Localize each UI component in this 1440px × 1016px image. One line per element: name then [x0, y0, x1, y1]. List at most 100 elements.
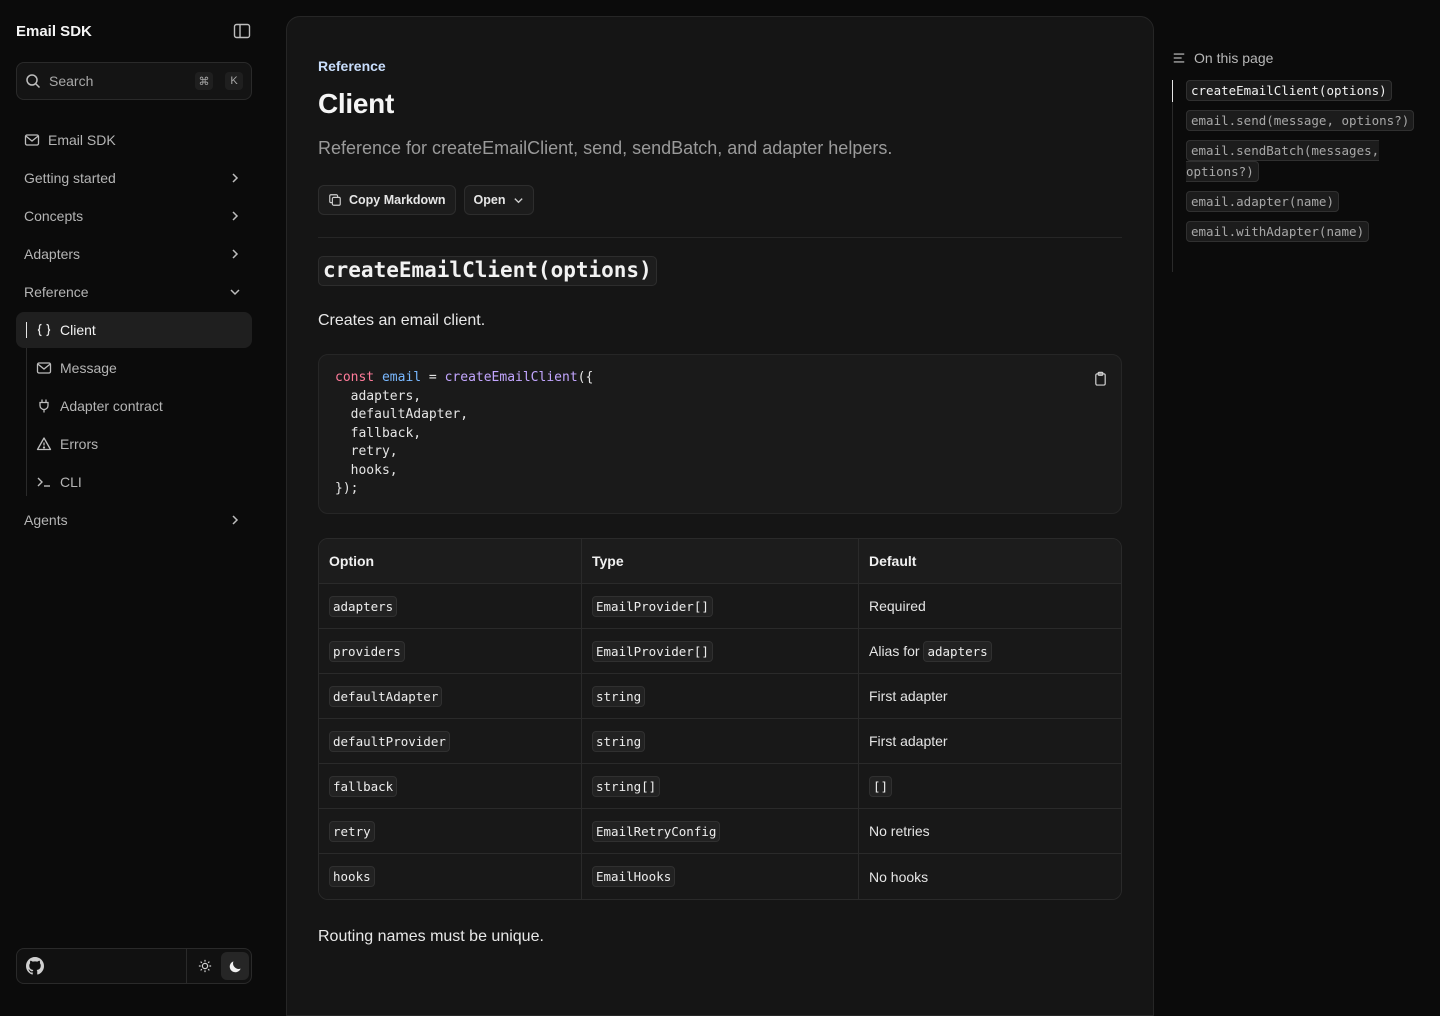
toc-link-label: createEmailClient(options): [1186, 80, 1392, 101]
toc-list: createEmailClient(options) email.send(me…: [1172, 80, 1432, 272]
table-header-row: Option Type Default: [319, 539, 1121, 584]
sidebar-item-label: Adapters: [24, 246, 81, 262]
sidebar-item-label: Adapter contract: [60, 398, 163, 414]
code-variable: email: [381, 370, 422, 385]
default-cell: Alias for adapters: [858, 629, 1121, 674]
option-type: EmailHooks: [592, 866, 676, 887]
toc-link-withadapter[interactable]: email.withAdapter(name): [1186, 221, 1432, 242]
column-header-type: Type: [581, 539, 858, 584]
sidebar-item-adapter-contract[interactable]: Adapter contract: [16, 388, 252, 424]
option-default: Required: [869, 598, 926, 614]
table-row: defaultAdapter string First adapter: [319, 674, 1121, 719]
type-cell: string[]: [581, 764, 858, 809]
default-cell: First adapter: [858, 674, 1121, 719]
option-type: string: [592, 685, 646, 707]
default-cell: First adapter: [858, 719, 1121, 764]
sidebar-item-label: Client: [60, 322, 96, 338]
sidebar-item-getting-started[interactable]: Getting started: [16, 160, 252, 196]
option-type: string: [592, 730, 646, 752]
option-default: First adapter: [869, 733, 948, 749]
shortcut-key: K: [225, 72, 243, 90]
type-cell: EmailProvider[]: [581, 584, 858, 629]
sidebar-item-label: Getting started: [24, 170, 116, 186]
chevron-right-icon: [228, 513, 242, 527]
toc-link-label: email.sendBatch(messages, options?): [1186, 140, 1380, 182]
page-subtitle: Reference for createEmailClient, send, s…: [318, 138, 893, 158]
table-row: adapters EmailProvider[] Required: [319, 584, 1121, 629]
moon-icon[interactable]: [221, 952, 249, 980]
page-title: Client: [318, 88, 394, 119]
sidebar-item-concepts[interactable]: Concepts: [16, 198, 252, 234]
option-cell: retry: [319, 809, 581, 854]
toc-link-sendbatch[interactable]: email.sendBatch(messages, options?): [1186, 140, 1432, 182]
sidebar-item-errors[interactable]: Errors: [16, 426, 252, 462]
option-cell: defaultAdapter: [319, 674, 581, 719]
option-name: fallback: [329, 775, 398, 797]
toc-link-send[interactable]: email.send(message, options?): [1186, 110, 1432, 131]
default-cell: No retries: [858, 809, 1121, 854]
option-cell: defaultProvider: [319, 719, 581, 764]
sidebar-header: Email SDK: [16, 0, 252, 62]
toc-link-adapter[interactable]: email.adapter(name): [1186, 191, 1432, 212]
sidebar-item-label: Reference: [24, 284, 89, 300]
toc-heading-label: On this page: [1194, 50, 1274, 66]
section-heading: createEmailClient(options): [318, 256, 657, 286]
column-header-option: Option: [319, 539, 581, 584]
toc-link-label: email.withAdapter(name): [1186, 221, 1370, 242]
option-default: First adapter: [869, 688, 948, 704]
option-cell: fallback: [319, 764, 581, 809]
plug-icon: [36, 398, 52, 414]
open-label: Open: [473, 193, 506, 207]
list-icon: [1172, 51, 1186, 65]
chevron-down-icon: [513, 195, 524, 206]
table-row: fallback string[] []: [319, 764, 1121, 809]
option-default-code: []: [869, 775, 893, 797]
default-cell: No hooks: [858, 854, 1121, 899]
code-punct: ({: [577, 370, 594, 385]
option-type: EmailProvider[]: [592, 640, 713, 662]
page-actions: Copy Markdown Open: [318, 185, 1122, 215]
option-cell: adapters: [319, 584, 581, 629]
toc-link-label: email.adapter(name): [1186, 191, 1339, 212]
option-name: defaultAdapter: [329, 685, 443, 707]
copy-markdown-button[interactable]: Copy Markdown: [318, 185, 456, 215]
mail-icon: [36, 360, 52, 376]
search-icon: [25, 73, 41, 89]
open-dropdown-button[interactable]: Open: [463, 185, 534, 215]
sidebar-item-client[interactable]: Client: [16, 312, 252, 348]
code-block: const email = createEmailClient({ adapte…: [318, 354, 1122, 514]
routing-note: Routing names must be unique.: [318, 928, 544, 945]
warning-icon: [36, 436, 52, 452]
search-input[interactable]: Search ⌘ K: [16, 62, 252, 100]
table-row: retry EmailRetryConfig No retries: [319, 809, 1121, 854]
sun-icon[interactable]: [191, 952, 219, 980]
sidebar-item-agents[interactable]: Agents: [16, 502, 252, 538]
code-function: createEmailClient: [444, 370, 578, 385]
on-this-page: On this page createEmailClient(options) …: [1172, 48, 1432, 272]
column-header-default: Default: [858, 539, 1121, 584]
option-default: Alias for: [869, 642, 920, 659]
breadcrumb[interactable]: Reference: [318, 58, 1122, 74]
github-icon[interactable]: [25, 956, 45, 976]
sidebar-item-cli[interactable]: CLI: [16, 464, 252, 500]
mail-icon: [24, 132, 40, 148]
sidebar-item-email-sdk[interactable]: Email SDK: [16, 122, 252, 158]
sidebar-item-reference[interactable]: Reference: [16, 274, 252, 310]
code-operator: =: [421, 370, 445, 385]
sidebar-item-label: Errors: [60, 436, 99, 452]
table-row: defaultProvider string First adapter: [319, 719, 1121, 764]
options-table: Option Type Default adapters EmailProvid…: [318, 538, 1122, 900]
chevron-right-icon: [228, 247, 242, 261]
copy-markdown-label: Copy Markdown: [349, 193, 446, 207]
sidebar-toggle-icon[interactable]: [232, 21, 252, 41]
copy-icon: [328, 193, 342, 207]
brand-title: Email SDK: [16, 22, 92, 40]
option-name: providers: [329, 640, 405, 662]
clipboard-icon[interactable]: [1091, 369, 1109, 387]
active-indicator: [26, 322, 27, 338]
toc-link-createemailclient[interactable]: createEmailClient(options): [1186, 80, 1432, 101]
table-row: providers EmailProvider[] Alias for adap…: [319, 629, 1121, 674]
sidebar-item-message[interactable]: Message: [16, 350, 252, 386]
sidebar-item-label: Email SDK: [48, 132, 116, 148]
sidebar-item-adapters[interactable]: Adapters: [16, 236, 252, 272]
